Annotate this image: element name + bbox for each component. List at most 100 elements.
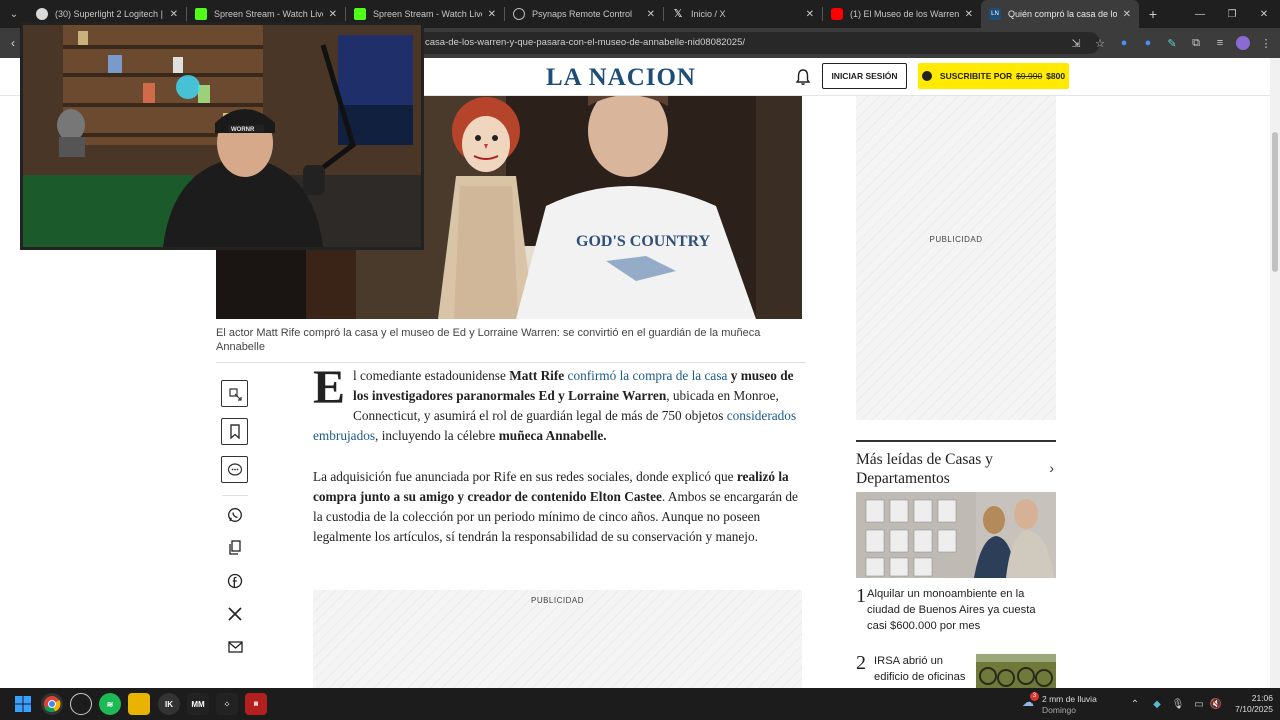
extension-translate-icon[interactable]: ✎ [1164, 32, 1180, 54]
ad-label: PUBLICIDAD [530, 596, 584, 605]
window-controls: — ❐ ✕ [1184, 0, 1280, 28]
share-x-button[interactable] [226, 605, 244, 623]
share-facebook-button[interactable] [226, 572, 244, 590]
clock-date: 7/10/2025 [1235, 704, 1273, 714]
tab-title: Inicio / X [691, 9, 726, 19]
minimize-icon[interactable]: — [1184, 0, 1216, 28]
text-run: , incluyendo la célebre [375, 428, 499, 443]
youtube-favicon [831, 8, 843, 20]
close-window-icon[interactable]: ✕ [1248, 0, 1280, 28]
profile-avatar-icon[interactable] [1236, 36, 1250, 50]
restore-icon[interactable]: ❐ [1216, 0, 1248, 28]
article-paragraph: El comediante estadounidense Matt Rife c… [313, 364, 805, 446]
x-favicon: 𝕏 [673, 8, 683, 20]
url-text: casa-de-los-warren-y-que-pasara-con-el-m… [425, 37, 746, 48]
tab-close-icon[interactable]: ✕ [647, 9, 655, 20]
tab-close-icon[interactable]: ✕ [1123, 9, 1131, 20]
obs-app-icon[interactable] [70, 693, 92, 715]
most-read-thumbnail[interactable] [976, 654, 1056, 688]
email-icon [227, 641, 243, 653]
tab-title: (1) El Museo de los Warren | ¿G [850, 9, 959, 19]
x-twitter-icon [228, 607, 242, 621]
image-caption: El actor Matt Rife compró la casa y el m… [216, 326, 806, 363]
tab-title: Spreen Stream - Watch Live on [373, 9, 482, 19]
subscribe-button[interactable]: SUSCRIBITE POR $9.990 $800 [918, 63, 1069, 89]
copy-link-button[interactable] [226, 539, 244, 557]
subscribe-logo-icon [921, 71, 932, 81]
mm-app-icon[interactable]: MM [187, 693, 209, 715]
scrollbar-thumb[interactable] [1272, 132, 1278, 272]
text-run: La adquisición fue anunciada por Rife en… [313, 469, 737, 484]
globe-favicon [513, 8, 525, 20]
tray-chevron-up-icon[interactable]: ⌃ [1128, 697, 1142, 711]
tidal-app-icon[interactable]: ⁘ [216, 693, 238, 715]
tab-close-icon[interactable]: ✕ [329, 9, 337, 20]
bookmark-star-icon[interactable]: ☆ [1092, 32, 1108, 54]
most-read-title[interactable]: Más leídas de Casas y Departamentos [856, 450, 1031, 488]
extension-audio-icon[interactable]: ⦁ [1116, 32, 1132, 54]
extension-blue-icon[interactable]: ● [1140, 32, 1156, 54]
browser-tab[interactable]: 𝕏 Inicio / X ✕ [664, 0, 822, 28]
copy-icon [229, 540, 241, 555]
tray-app-icon[interactable]: ◆ [1150, 697, 1164, 711]
site-logo[interactable]: LA NACION [546, 64, 696, 92]
svg-text:GOD'S COUNTRY: GOD'S COUNTRY [576, 233, 711, 250]
stream-app-icon[interactable]: ▤ [245, 693, 267, 715]
ik-app-icon[interactable]: IK [158, 693, 180, 715]
menu-kebab-icon[interactable]: ⋮ [1258, 32, 1274, 54]
webcam-overlay[interactable]: WORNR [20, 22, 424, 250]
in-article-ad[interactable]: PUBLICIDAD [313, 590, 802, 688]
tab-close-icon[interactable]: ✕ [806, 9, 814, 20]
comments-button[interactable] [221, 456, 248, 483]
article-paragraph: La adquisición fue anunciada por Rife en… [313, 467, 805, 547]
volume-muted-icon[interactable]: 🔇 [1209, 697, 1223, 711]
network-icon[interactable]: ▭ [1192, 697, 1206, 711]
browser-tab-active[interactable]: LN Quién compró la casa de los W ✕ [981, 0, 1139, 28]
share-whatsapp-button[interactable] [226, 506, 244, 524]
share-link-icon [228, 387, 242, 401]
tab-close-icon[interactable]: ✕ [965, 9, 973, 20]
subscribe-price: $800 [1046, 71, 1066, 81]
notifications-bell-icon[interactable] [795, 68, 811, 86]
inline-link-confirmo-compra[interactable]: confirmó la compra de la casa [568, 368, 728, 383]
save-bookmark-button[interactable] [221, 418, 248, 445]
windows-start-icon[interactable] [12, 693, 34, 715]
bold-text: Matt Rife [509, 368, 565, 383]
kick-favicon [195, 8, 207, 20]
extensions-puzzle-icon[interactable]: ⧉ [1188, 32, 1204, 54]
whatsapp-icon [228, 508, 242, 522]
page-scrollbar[interactable] [1270, 58, 1280, 688]
rank-number: 1 [856, 585, 866, 607]
bookmark-icon [229, 424, 240, 439]
bold-text: muñeca Annabelle. [498, 428, 607, 443]
most-read-item[interactable]: 1 Alquilar un monoambiente en la ciudad … [856, 586, 1056, 634]
system-clock[interactable]: 21:06 7/10/2025 [1225, 693, 1273, 715]
weather-widget[interactable]: ☁ 3 2 mm de lluvia Domingo [1022, 692, 1112, 716]
tab-close-icon[interactable]: ✕ [170, 9, 178, 20]
file-explorer-icon[interactable] [128, 693, 150, 715]
spotify-app-icon[interactable]: ≋ [99, 693, 121, 715]
tab-title: Quién compró la casa de los W [1008, 9, 1117, 19]
media-control-icon[interactable]: ≡ [1212, 32, 1228, 54]
comment-icon [227, 462, 242, 476]
share-email-button[interactable] [226, 638, 244, 656]
lanacion-favicon: LN [989, 8, 1001, 20]
sidebar-ad[interactable]: PUBLICIDAD [856, 96, 1056, 420]
browser-tab[interactable]: Psynaps Remote Control ✕ [505, 0, 663, 28]
most-read-image[interactable] [856, 492, 1056, 578]
chrome-app-icon[interactable] [41, 693, 63, 715]
tab-close-icon[interactable]: ✕ [488, 9, 496, 20]
login-button[interactable]: INICIAR SESIÓN [822, 63, 907, 89]
kick-favicon [354, 8, 366, 20]
install-app-icon[interactable]: ⇲ [1068, 32, 1084, 54]
most-read-headline[interactable]: IRSA abrió un edificio de oficinas [870, 653, 970, 685]
tab-title: Spreen Stream - Watch Live on [214, 9, 323, 19]
chevron-right-icon[interactable]: › [1049, 460, 1054, 476]
tab-title: (30) Superlight 2 Logitech | Me [55, 9, 164, 19]
microphone-icon[interactable]: 🎙 [1171, 697, 1185, 711]
most-read-section[interactable]: Más leídas de Casas y Departamentos › [856, 440, 1056, 488]
most-read-headline[interactable]: Alquilar un monoambiente en la ciudad de… [866, 586, 1056, 634]
gift-article-button[interactable] [221, 380, 248, 407]
browser-tab[interactable]: (1) El Museo de los Warren | ¿G ✕ [823, 0, 981, 28]
new-tab-button[interactable]: + [1139, 6, 1167, 22]
